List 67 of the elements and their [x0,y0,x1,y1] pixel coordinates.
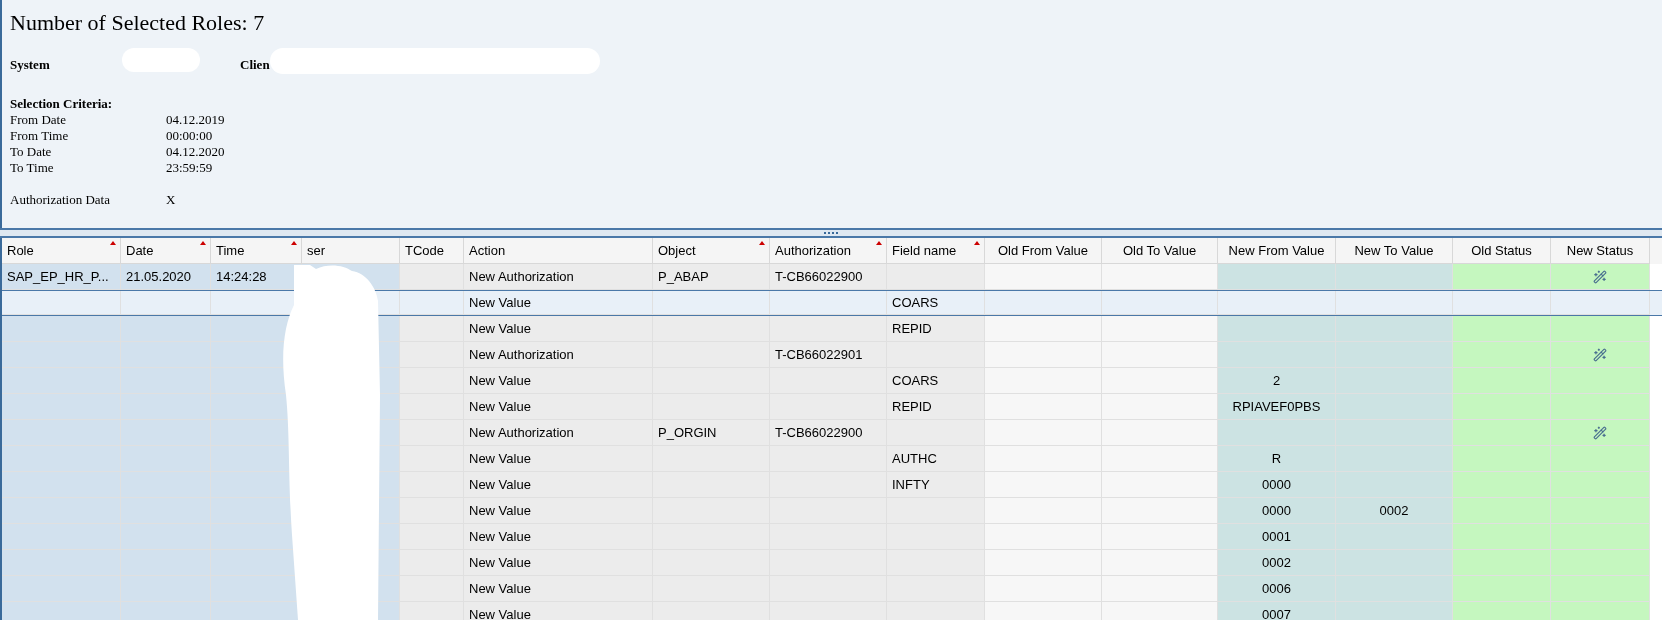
field-value: 00:00:00 [166,128,213,144]
page-title: Number of Selected Roles: 7 [10,9,266,37]
table-row[interactable]: New Value COARS [2,290,1662,316]
table-row[interactable]: New Value COARS 2 [2,368,1662,394]
table-cell: 0000 [1218,498,1336,524]
field-label: From Time [10,128,70,144]
table-cell: COARS [887,291,985,315]
table-cell: INFTY [887,472,985,498]
table-cell: New Authorization [464,420,653,446]
table-row[interactable]: New Value INFTY 0000 [2,472,1662,498]
table-cell: 21.05.2020 [121,264,211,290]
table-row[interactable]: New Value 0001 [2,524,1662,550]
table-cell: COARS [887,368,985,394]
table-row[interactable]: New Authorization P_ORGIN T-CB66022900 [2,420,1662,446]
table-row[interactable]: New Authorization T-CB66022901 [2,342,1662,368]
table-cell: 0002 [1218,550,1336,576]
table-cell: RPIAVEF0PBS [1218,394,1336,420]
field-label: Clien [240,56,270,75]
table-row[interactable]: New Value AUTHC R [2,446,1662,472]
table-cell: 0001 [1218,524,1336,550]
field-label: Authorization Data [10,192,111,208]
table-cell: New Value [464,368,653,394]
table-cell: 0002 [1336,498,1453,524]
table-cell: New Value [464,394,653,420]
table-row[interactable]: SAP_EP_HR_P... 21.05.2020 14:24:28 New Authorization P_ABAP T-CB66022900 [2,264,1662,290]
table-row[interactable]: New Value REPID [2,316,1662,342]
table-cell: T-CB66022900 [770,420,887,446]
table-cell: New Value [464,498,653,524]
table-cell: New Value [464,550,653,576]
field-label: To Time [10,160,55,176]
table-cell: P_ABAP [653,264,770,290]
table-row[interactable]: New Value REPID RPIAVEF0PBS [2,394,1662,420]
table-cell: 14:24:28 [211,264,302,290]
section-heading: Selection Criteria: [10,96,114,112]
table-cell: New Value [464,472,653,498]
field-label: From Date [10,112,67,128]
table-cell: T-CB66022901 [770,342,887,368]
table-row[interactable]: New Value 0006 [2,576,1662,602]
table-cell: New Value [464,291,653,315]
table-cell: New Value [464,446,653,472]
table-cell: New Value [464,316,653,342]
table-cell: 2 [1218,368,1336,394]
table-cell: SAP_EP_HR_P... [2,264,121,290]
table-cell: REPID [887,316,985,342]
table-cell: New Authorization [464,264,653,290]
table-row[interactable]: New Value 0002 [2,550,1662,576]
field-value: 04.12.2019 [166,112,225,128]
field-value: X [166,192,176,208]
table-cell: New Value [464,524,653,550]
field-label: To Date [10,144,53,160]
field-value: 23:59:59 [166,160,213,176]
table-row[interactable]: New Value 0007 [2,602,1662,620]
table-cell: New Value [464,576,653,602]
splitter[interactable] [0,228,1662,238]
table-cell: R [1218,446,1336,472]
field-value: 04.12.2020 [166,144,225,160]
table-cell: P_ORGIN [653,420,770,446]
table-cell: 0006 [1218,576,1336,602]
table-row[interactable]: New Value 0000 0002 [2,498,1662,524]
table-cell: AUTHC [887,446,985,472]
table-cell: 0007 [1218,602,1336,620]
table-cell: 0000 [1218,472,1336,498]
table-cell: New Value [464,602,653,620]
table-cell: T-CB66022900 [770,264,887,290]
field-label: System [10,57,50,73]
table-cell: New Authorization [464,342,653,368]
table-cell: REPID [887,394,985,420]
